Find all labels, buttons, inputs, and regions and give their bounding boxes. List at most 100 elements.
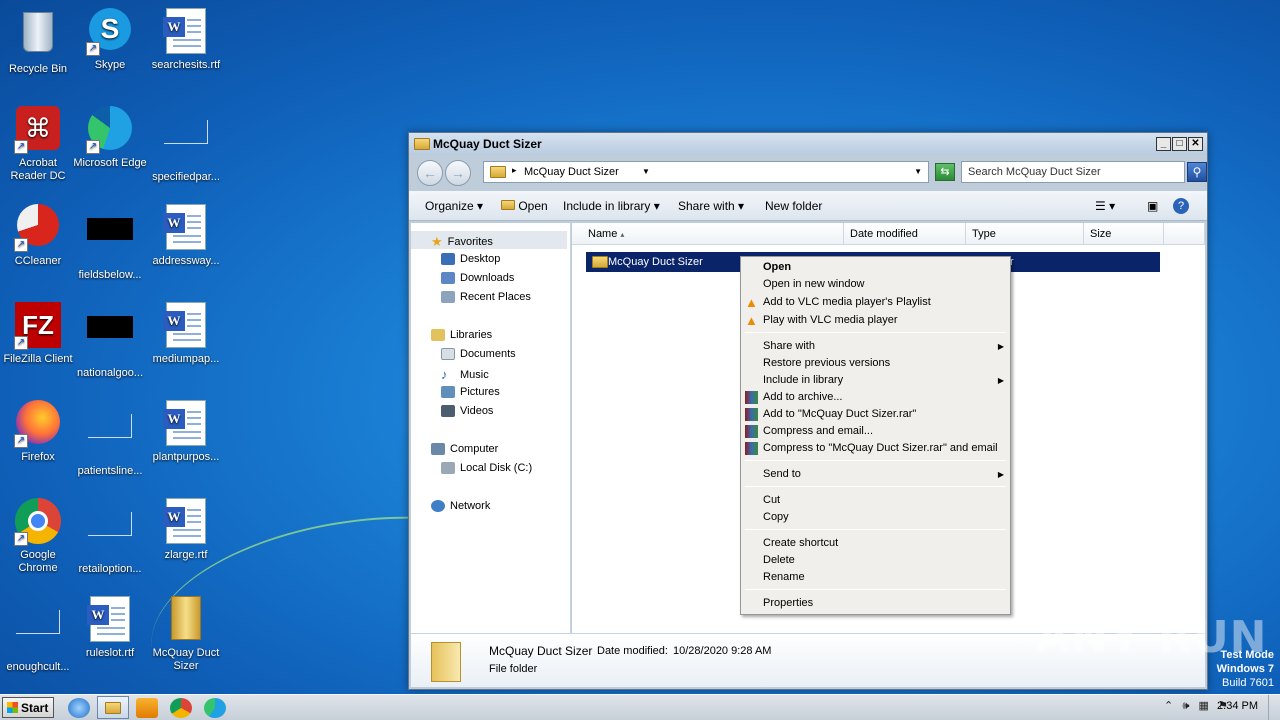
chrome-icon[interactable] (170, 698, 192, 718)
new-folder-button[interactable]: New folder (765, 199, 822, 213)
icon-label: Skype (94, 59, 126, 71)
organize-button[interactable]: Organize ▾ (425, 199, 483, 213)
menu-vlc-playlist[interactable]: ▲ Add to VLC media player's Playlist (745, 296, 931, 309)
icon-label: retailoption... (78, 563, 142, 575)
nav-documents[interactable]: Documents (441, 348, 516, 360)
microsoft-edge-icon[interactable]: ↗ Microsoft Edge (72, 106, 148, 170)
folder-mcquay-icon[interactable]: McQuay Duct Sizer (148, 596, 224, 673)
icon-label: enoughcult... (6, 661, 70, 673)
chevron-up-icon[interactable]: ⌃ (1164, 700, 1173, 712)
firefox-icon[interactable]: ↗ Firefox (0, 400, 76, 464)
nav-favorites[interactable]: ★ Favorites (431, 234, 493, 250)
media-player-icon[interactable] (136, 698, 158, 718)
title-bar[interactable]: McQuay Duct Sizer _ □ ✕ (409, 133, 1207, 155)
minimize-button[interactable]: _ (1156, 137, 1171, 151)
nav-downloads[interactable]: Downloads (441, 272, 514, 284)
menu-copy[interactable]: Copy (763, 511, 789, 523)
icon-label: searchesits.rtf (151, 59, 221, 71)
menu-include-library[interactable]: Include in library (763, 374, 843, 386)
close-button[interactable]: ✕ (1188, 137, 1203, 151)
menu-open-new-window[interactable]: Open in new window (763, 278, 865, 290)
file-patientsline-icon[interactable]: patientsline... (72, 400, 148, 478)
forward-button[interactable]: → (445, 160, 471, 186)
edge-icon[interactable] (204, 698, 226, 718)
file-zlarge-icon[interactable]: W zlarge.rtf (148, 498, 224, 562)
column-type[interactable]: Type (966, 223, 1084, 245)
menu-restore-previous[interactable]: Restore previous versions (763, 357, 890, 369)
menu-cut[interactable]: Cut (763, 494, 780, 506)
google-chrome-icon[interactable]: ↗ Google Chrome (0, 498, 76, 575)
icon-label: Recycle Bin (8, 63, 68, 75)
address-bar[interactable]: ▸ McQuay Duct Sizer ▼ ▼ (483, 161, 929, 183)
back-button[interactable]: ← (417, 160, 443, 186)
search-icon[interactable]: ⚲ (1187, 162, 1207, 182)
column-name[interactable]: Name ▴ (572, 223, 844, 245)
menu-delete[interactable]: Delete (763, 554, 795, 566)
nav-libraries[interactable]: Libraries (431, 329, 492, 341)
nav-videos[interactable]: Videos (441, 405, 493, 417)
file-mediumpap-icon[interactable]: W mediumpap... (148, 302, 224, 366)
menu-create-shortcut[interactable]: Create shortcut (763, 537, 838, 549)
file-retailoption-icon[interactable]: retailoption... (72, 498, 148, 576)
ccleaner-icon[interactable]: ↗ CCleaner (0, 204, 76, 268)
chevron-down-icon[interactable]: ▼ (642, 167, 650, 176)
menu-send-to[interactable]: Send to (763, 468, 801, 480)
folder-icon (414, 138, 430, 150)
clock[interactable]: 2:34 PM (1217, 700, 1258, 712)
include-library-button[interactable]: Include in library ▾ (563, 199, 660, 213)
menu-add-to-archive[interactable]: Add to archive... (745, 391, 843, 404)
menu-open[interactable]: Open (763, 261, 791, 273)
computer-icon (431, 443, 445, 455)
menu-properties[interactable]: Properties (763, 597, 813, 609)
vlc-icon: ▲ (745, 313, 758, 328)
file-addressway-icon[interactable]: W addressway... (148, 204, 224, 268)
nav-music[interactable]: ♪ Music (441, 367, 489, 382)
filezilla-icon[interactable]: FZ ↗ FileZilla Client (0, 302, 76, 366)
internet-explorer-icon[interactable] (68, 698, 90, 718)
menu-rename[interactable]: Rename (763, 571, 805, 583)
speaker-icon[interactable]: 🕪 (1182, 700, 1189, 712)
file-fieldsbelow-icon[interactable]: fieldsbelow... (72, 204, 148, 282)
file-nationalgoo-icon[interactable]: nationalgoo... (72, 302, 148, 380)
sort-up-icon: ▴ (620, 230, 625, 239)
column-size[interactable]: Size (1084, 223, 1164, 245)
icon-label: zlarge.rtf (164, 549, 208, 561)
menu-compress-rar-email[interactable]: Compress to "McQuay Duct Sizer.rar" and … (745, 442, 998, 455)
open-button[interactable]: Open (501, 199, 548, 213)
refresh-button[interactable]: ⇆ (935, 163, 955, 181)
show-desktop-button[interactable] (1268, 695, 1280, 720)
menu-vlc-play[interactable]: ▲ Play with VLC media player (745, 314, 898, 327)
nav-desktop[interactable]: Desktop (441, 253, 500, 265)
window-title: McQuay Duct Sizer (433, 137, 542, 151)
start-button[interactable]: Start (2, 697, 54, 718)
menu-add-to-rar[interactable]: Add to "McQuay Duct Sizer.rar" (745, 408, 916, 421)
views-icon[interactable]: ☰ ▾ (1095, 199, 1115, 213)
maximize-button[interactable]: □ (1172, 137, 1187, 151)
preview-pane-icon[interactable]: ▣ (1147, 199, 1158, 213)
explorer-taskbar-button[interactable] (97, 696, 129, 719)
acrobat-reader-icon[interactable]: ⌘ ↗ Acrobat Reader DC (0, 106, 76, 183)
menu-compress-email[interactable]: Compress and email... (745, 425, 873, 438)
help-icon[interactable]: ? (1173, 198, 1189, 214)
nav-pictures[interactable]: Pictures (441, 386, 500, 398)
file-ruleslot-icon[interactable]: W ruleslot.rtf (72, 596, 148, 660)
share-with-button[interactable]: Share with ▾ (678, 199, 744, 213)
nav-recent-places[interactable]: Recent Places (441, 291, 531, 303)
column-date-modified[interactable]: Date modified (844, 223, 966, 245)
nav-network[interactable]: Network (431, 500, 490, 512)
network-tray-icon[interactable]: ▦ (1199, 700, 1209, 712)
breadcrumb[interactable]: McQuay Duct Sizer (524, 166, 619, 178)
column-extra (1164, 223, 1205, 245)
menu-share-with[interactable]: Share with (763, 340, 1004, 352)
file-plantpurpos-icon[interactable]: W plantpurpos... (148, 400, 224, 464)
file-searchesits-icon[interactable]: W searchesits.rtf (148, 8, 224, 72)
recycle-bin-icon[interactable]: Recycle Bin (0, 8, 76, 76)
file-specifiedpar-icon[interactable]: specifiedpar... (148, 106, 224, 184)
nav-computer[interactable]: Computer (431, 443, 498, 455)
file-enoughcult-icon[interactable]: enoughcult... (0, 596, 76, 674)
address-dropdown-icon[interactable]: ▼ (914, 167, 922, 176)
desktop-icon (441, 253, 455, 265)
nav-local-disk[interactable]: Local Disk (C:) (441, 462, 532, 474)
search-input[interactable]: Search McQuay Duct Sizer (961, 161, 1185, 183)
skype-icon[interactable]: S ↗ Skype (72, 8, 148, 72)
